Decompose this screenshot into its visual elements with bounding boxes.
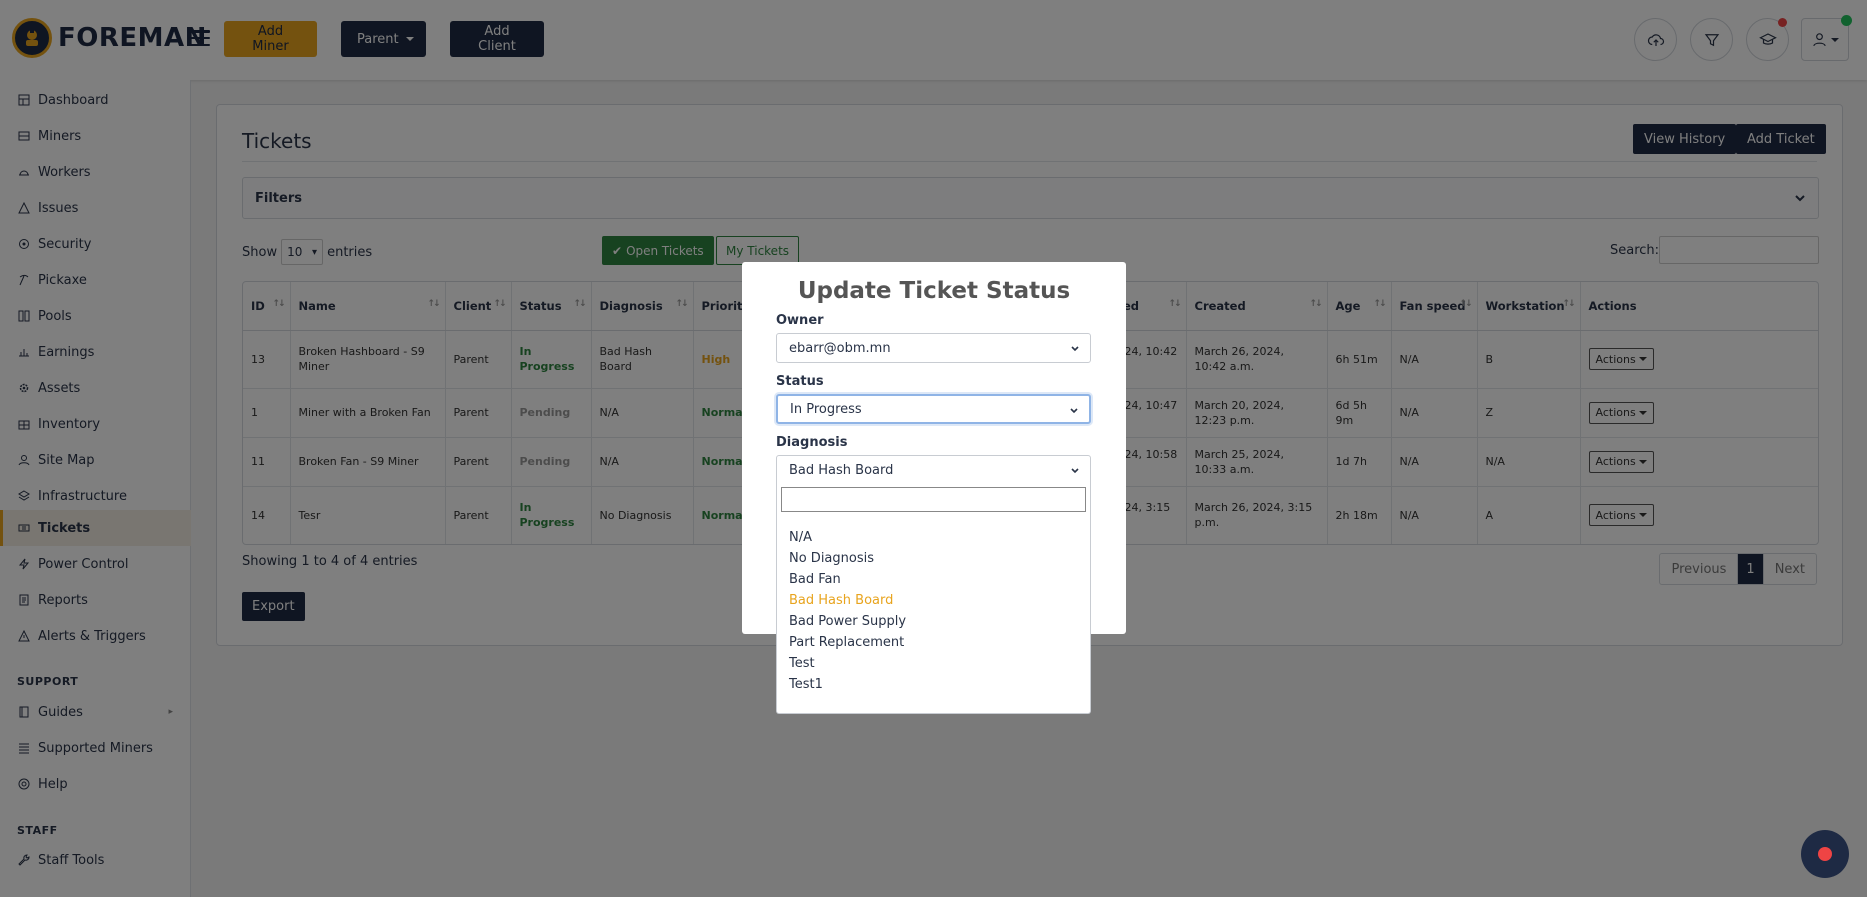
status-select[interactable]: In Progress [776, 394, 1091, 424]
diagnosis-option[interactable]: Bad Hash Board [789, 593, 893, 608]
status-label: Status [776, 374, 824, 389]
dropdown-search-input[interactable] [781, 487, 1086, 512]
diagnosis-option[interactable]: Part Replacement [789, 635, 904, 650]
diagnosis-option[interactable]: Test [789, 656, 815, 671]
diagnosis-option[interactable]: Bad Fan [789, 572, 841, 587]
diagnosis-label: Diagnosis [776, 435, 848, 450]
diagnosis-dropdown: N/A No Diagnosis Bad Fan Bad Hash Board Bad … [776, 474, 1091, 714]
chat-widget-button[interactable] [1801, 830, 1849, 878]
chevron-down-icon [1071, 346, 1079, 352]
diagnosis-option[interactable]: Bad Power Supply [789, 614, 906, 629]
owner-select[interactable]: ebarr@obm.mn [776, 333, 1091, 363]
diagnosis-option[interactable]: N/A [789, 530, 812, 545]
owner-value: ebarr@obm.mn [789, 340, 891, 356]
diagnosis-option[interactable]: No Diagnosis [789, 551, 874, 566]
modal-title: Update Ticket Status [797, 278, 1071, 304]
status-value: In Progress [790, 401, 862, 417]
diagnosis-option[interactable]: Test1 [789, 677, 823, 692]
chat-status-dot-icon [1818, 847, 1832, 861]
owner-label: Owner [776, 313, 824, 328]
chevron-down-icon [1070, 408, 1078, 414]
